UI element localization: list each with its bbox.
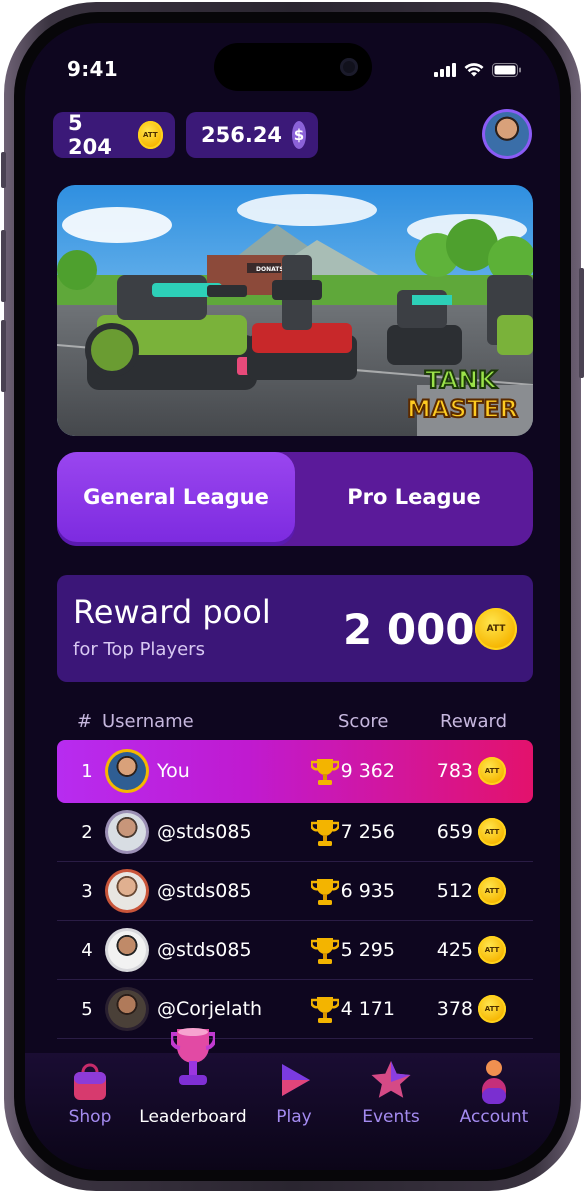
usd-balance-value: 256.24 xyxy=(201,123,283,147)
user-icon xyxy=(482,1060,506,1104)
nav-item-account[interactable]: Account xyxy=(451,1053,537,1170)
row-score: 7 256 xyxy=(340,821,395,843)
avatar xyxy=(105,810,149,854)
table-row[interactable]: 5 @Corjelath 4 171 378 ATT xyxy=(57,980,533,1039)
bottom-nav: Shop Leaderboard Play Events Account xyxy=(25,1028,560,1170)
table-row[interactable]: 3 @stds085 6 935 512 ATT xyxy=(57,862,533,921)
status-time: 9:41 xyxy=(67,57,118,81)
nav-label: Account xyxy=(459,1107,529,1127)
row-reward: 378 xyxy=(436,998,473,1020)
nav-item-play[interactable]: Play xyxy=(259,1053,329,1170)
row-rank: 2 xyxy=(81,822,93,843)
row-username: @stds085 xyxy=(157,880,252,902)
row-reward: 783 xyxy=(436,760,473,782)
reward-pool-card: Reward pool for Top Players 2 000 ATT xyxy=(57,575,533,682)
volume-down-button xyxy=(1,320,6,392)
row-reward: 425 xyxy=(436,939,473,961)
table-row[interactable]: 2 @stds085 7 256 659 ATT xyxy=(57,803,533,862)
trophy-icon xyxy=(311,879,339,905)
play-icon xyxy=(282,1064,310,1096)
nav-label: Shop xyxy=(68,1107,112,1127)
trophy-icon xyxy=(311,759,339,785)
avatar xyxy=(485,112,529,156)
shopping-bag-icon xyxy=(74,1063,106,1100)
row-reward: 659 xyxy=(436,821,473,843)
att-coin-icon: ATT xyxy=(478,936,506,964)
row-reward: 512 xyxy=(436,880,473,902)
nav-label: Events xyxy=(362,1107,420,1127)
star-icon xyxy=(371,1061,411,1098)
nav-item-shop[interactable]: Shop xyxy=(53,1053,127,1170)
logo-line1: TANK xyxy=(425,366,498,394)
row-username: @stds085 xyxy=(157,821,252,843)
att-coin-icon: ATT xyxy=(478,757,506,785)
league-tabs: General League Pro League xyxy=(57,452,533,546)
row-rank: 1 xyxy=(81,761,93,782)
row-score: 4 171 xyxy=(340,998,395,1020)
app-screen: 9:41 5 204 ATT 256.24 $ DONATS TANK MAST… xyxy=(25,23,560,1170)
donats-sign: DONATS xyxy=(256,266,284,273)
camera-icon xyxy=(340,58,358,76)
avatar xyxy=(105,987,149,1031)
att-coin-icon: ATT xyxy=(137,121,163,149)
nav-item-leaderboard[interactable]: Leaderboard xyxy=(133,1028,253,1170)
row-rank: 4 xyxy=(81,940,93,961)
wifi-icon xyxy=(464,63,484,77)
nav-label: Leaderboard xyxy=(139,1107,247,1127)
row-username: You xyxy=(157,760,190,782)
usd-balance-chip[interactable]: 256.24 $ xyxy=(186,112,318,158)
nav-item-events[interactable]: Events xyxy=(353,1053,429,1170)
tab-general-league[interactable]: General League xyxy=(57,452,295,542)
row-score: 6 935 xyxy=(340,880,395,902)
att-coin-icon: ATT xyxy=(478,818,506,846)
att-coin-icon: ATT xyxy=(475,608,517,650)
header-reward: Reward xyxy=(440,711,508,732)
tank-master-banner-image: DONATS TANK MASTER xyxy=(57,185,533,436)
trophy-icon xyxy=(311,997,339,1023)
row-score: 5 295 xyxy=(340,939,395,961)
trophy-icon xyxy=(311,820,339,846)
status-bar: 9:41 xyxy=(25,23,560,113)
cellular-signal-icon xyxy=(434,63,456,77)
game-banner[interactable]: DONATS TANK MASTER xyxy=(57,185,533,436)
row-rank: 5 xyxy=(81,999,93,1020)
row-score: 9 362 xyxy=(340,760,395,782)
nav-label: Play xyxy=(276,1107,312,1127)
row-username: @stds085 xyxy=(157,939,252,961)
dollar-coin-icon: $ xyxy=(292,121,306,149)
reward-pool-title: Reward pool xyxy=(73,593,271,631)
att-coin-icon: ATT xyxy=(478,995,506,1023)
logo-line2: MASTER xyxy=(407,395,518,423)
avatar xyxy=(105,869,149,913)
battery-icon xyxy=(492,63,521,77)
header-rank: # xyxy=(77,711,93,732)
trophy-icon xyxy=(171,1028,215,1085)
table-row-you[interactable]: 1 You 9 362 783 ATT xyxy=(57,740,533,803)
att-balance-chip[interactable]: 5 204 ATT xyxy=(53,111,175,159)
header-username: Username xyxy=(102,711,194,732)
dynamic-island xyxy=(214,43,372,91)
tab-pro-league[interactable]: Pro League xyxy=(295,452,533,542)
trophy-icon xyxy=(311,938,339,964)
att-balance-value: 5 204 xyxy=(68,111,112,159)
att-coin-icon: ATT xyxy=(478,877,506,905)
reward-pool-amount: 2 000 xyxy=(343,605,475,654)
volume-up-button xyxy=(1,230,6,302)
avatar xyxy=(105,749,149,793)
header-score: Score xyxy=(338,711,389,732)
reward-pool-subtitle: for Top Players xyxy=(73,639,205,660)
profile-avatar-button[interactable] xyxy=(482,109,532,159)
status-icons xyxy=(434,63,522,77)
power-button xyxy=(579,268,584,378)
avatar xyxy=(105,928,149,972)
row-rank: 3 xyxy=(81,881,93,902)
mute-switch xyxy=(1,152,6,188)
table-row[interactable]: 4 @stds085 5 295 425 ATT xyxy=(57,921,533,980)
